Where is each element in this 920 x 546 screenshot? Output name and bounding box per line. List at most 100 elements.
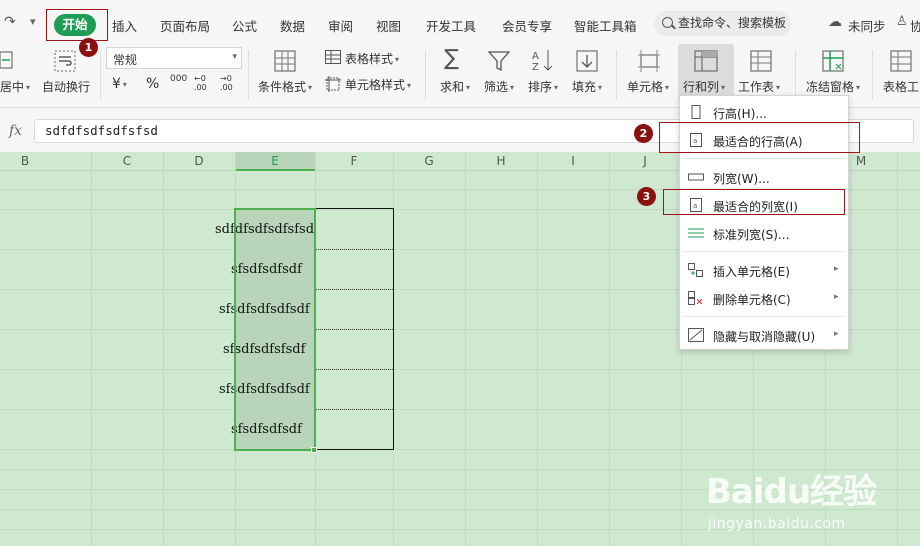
sort-icon[interactable]: AZ [532, 48, 554, 72]
freeze-panes-icon[interactable] [822, 50, 844, 72]
selection-border [234, 208, 316, 451]
menu-item-hide-unhide[interactable]: 隐藏与取消隐藏(U) ▸ [680, 323, 848, 347]
submenu-arrow-icon: ▸ [834, 264, 839, 274]
collaborate-label[interactable]: 协 [910, 16, 920, 35]
tab-page-layout[interactable]: 页面布局 [160, 16, 210, 35]
column-header[interactable]: D [163, 152, 235, 171]
grid-line [163, 152, 164, 546]
filter-icon[interactable] [488, 50, 510, 72]
watermark-logo: Baidu经验 [706, 472, 877, 512]
ribbon-divider [872, 50, 873, 100]
wrap-text-icon[interactable] [54, 50, 76, 72]
tab-review[interactable]: 审阅 [328, 16, 353, 35]
ribbon-divider [248, 50, 249, 100]
tab-smart-toolbox[interactable]: 智能工具箱 [574, 16, 637, 35]
insert-cells-icon [688, 263, 703, 277]
ribbon-divider [616, 50, 617, 100]
cell-label[interactable]: 单元格 ▾ [627, 78, 669, 95]
cell-border-dotted [314, 369, 393, 370]
tab-insert[interactable]: 插入 [112, 16, 137, 35]
watermark-url: jingyan.baidu.com [708, 516, 846, 532]
column-header[interactable]: C [91, 152, 163, 171]
hide-unhide-icon [688, 328, 704, 342]
freeze-panes-label[interactable]: 冻结窗格 ▾ [806, 78, 860, 95]
row-height-icon [691, 105, 701, 119]
sync-status[interactable]: 未同步 [848, 16, 886, 35]
annotation-highlight-start-tab [46, 9, 108, 41]
merge-center-icon[interactable] [0, 50, 14, 70]
column-header[interactable]: I [537, 152, 609, 171]
annotation-highlight-autofit-col [663, 189, 845, 215]
worksheet-icon[interactable] [750, 50, 772, 72]
menu-item-standard-width[interactable]: 标准列宽(S)... [680, 221, 848, 245]
annotation-highlight-autofit-row [659, 122, 860, 153]
menu-item-label: 插入单元格(E) [713, 265, 790, 279]
thousands-separator-button[interactable]: 000 [170, 74, 187, 84]
increase-decimal-button[interactable]: ←0 .00 [194, 74, 210, 92]
tab-member[interactable]: 会员专享 [502, 16, 552, 35]
redo-icon[interactable]: ↷ [4, 14, 16, 30]
row-col-label: 行和列 ▾ [683, 80, 726, 94]
table-style-icon[interactable] [325, 50, 341, 64]
cell-style-label[interactable]: 单元格样式 ▾ [345, 76, 411, 93]
grid-line [0, 449, 920, 450]
menu-item-label: 删除单元格(C) [713, 293, 791, 307]
tab-formulas[interactable]: 公式 [232, 16, 257, 35]
chevron-down-icon: ▾ [232, 52, 237, 62]
column-header[interactable]: G [393, 152, 465, 171]
grid-line [0, 409, 920, 410]
search-placeholder: 查找命令、搜索模板 [678, 16, 787, 30]
fill-icon[interactable] [576, 50, 598, 72]
table-tools-icon[interactable] [890, 50, 912, 72]
grid-line [91, 152, 92, 546]
tab-data[interactable]: 数据 [280, 16, 305, 35]
menu-item-label: 标准列宽(S)... [713, 228, 790, 242]
table-style-label[interactable]: 表格样式 ▾ [345, 50, 399, 67]
worksheet-label[interactable]: 工作表 ▾ [738, 78, 780, 95]
cell-icon[interactable] [638, 50, 660, 72]
column-header-selected[interactable]: E [235, 152, 315, 171]
search-icon [662, 17, 673, 28]
menu-item-insert-cells[interactable]: 插入单元格(E) ▸ [680, 258, 848, 282]
merge-center-label[interactable]: 居中 ▾ [0, 78, 30, 95]
quick-access-dropdown-icon[interactable]: ▾ [30, 15, 36, 28]
svg-text:A: A [532, 51, 539, 62]
annotation-badge-2: 2 [634, 124, 653, 143]
currency-format-button[interactable]: ¥ ▾ [112, 76, 127, 92]
column-header[interactable]: H [465, 152, 537, 171]
column-header[interactable]: J [609, 152, 681, 171]
number-format-select[interactable]: 常规 ▾ [106, 47, 242, 69]
menu-item-label: 列宽(W)... [713, 172, 770, 186]
cell-border-dotted [314, 329, 393, 330]
percent-format-button[interactable]: % [146, 76, 159, 92]
menu-item-col-width[interactable]: 列宽(W)... [680, 165, 848, 189]
column-header[interactable]: F [315, 152, 393, 171]
row-col-button[interactable]: 行和列 ▾ [678, 44, 734, 102]
col-width-icon [688, 173, 704, 181]
sum-label[interactable]: 求和 ▾ [440, 78, 470, 95]
column-header[interactable]: B [0, 152, 50, 171]
cell-style-icon[interactable] [325, 76, 341, 92]
filter-label[interactable]: 筛选 ▾ [484, 78, 514, 95]
ribbon-divider [425, 50, 426, 100]
sort-label[interactable]: 排序 ▾ [528, 78, 558, 95]
delete-cells-icon [688, 291, 703, 305]
conditional-format-label[interactable]: 条件格式 ▾ [258, 78, 312, 95]
fx-icon[interactable]: fx [9, 123, 22, 139]
command-search-box[interactable]: 查找命令、搜索模板 [654, 11, 791, 36]
ribbon-divider [795, 50, 796, 100]
table-tools-label[interactable]: 表格工 [883, 78, 919, 95]
menu-item-row-height[interactable]: 行高(H)... [680, 100, 848, 124]
menu-item-delete-cells[interactable]: 删除单元格(C) ▸ [680, 286, 848, 310]
sum-icon[interactable]: ∑ [444, 46, 459, 71]
decrease-decimal-button[interactable]: →0 .00 [220, 74, 236, 92]
fill-handle[interactable] [311, 447, 317, 453]
menu-divider [684, 316, 844, 317]
conditional-format-icon[interactable] [274, 50, 296, 72]
annotation-badge-1: 1 [79, 38, 98, 57]
cell-border-dotted [314, 289, 393, 290]
fill-label[interactable]: 填充 ▾ [572, 78, 602, 95]
wrap-text-label[interactable]: 自动换行 [42, 78, 90, 95]
tab-view[interactable]: 视图 [376, 16, 401, 35]
tab-developer[interactable]: 开发工具 [426, 16, 476, 35]
